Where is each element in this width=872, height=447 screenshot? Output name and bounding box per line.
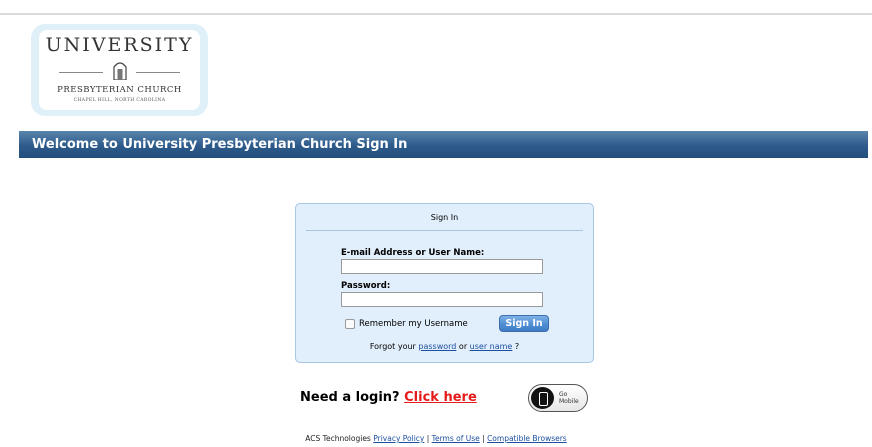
forgot-password-link[interactable]: password — [418, 342, 456, 351]
footer: ACS Technologies Privacy Policy | Terms … — [0, 434, 872, 443]
signin-panel: Sign In E-mail Address or User Name: Pas… — [295, 203, 594, 363]
click-here-link[interactable]: Click here — [404, 390, 477, 405]
username-input[interactable] — [341, 259, 543, 274]
forgot-credentials: Forgot your password or user name ? — [296, 342, 593, 351]
need-login-text: Need a login? — [300, 390, 405, 405]
go-mobile-button[interactable]: Go Mobile — [528, 384, 588, 412]
logo-location: CHAPEL HILL, NORTH CAROLINA — [73, 98, 166, 103]
signin-divider — [306, 230, 583, 231]
top-divider — [0, 13, 872, 15]
go-mobile-line1: Go — [559, 391, 568, 398]
forgot-username-link[interactable]: user name — [470, 342, 513, 351]
privacy-policy-link[interactable]: Privacy Policy — [373, 434, 424, 443]
forgot-suffix: ? — [512, 342, 520, 351]
go-mobile-line2: Mobile — [559, 398, 579, 405]
logo-subtitle: PRESBYTERIAN CHURCH — [57, 85, 182, 95]
phone-icon — [531, 387, 554, 409]
footer-sep: | — [424, 434, 432, 443]
footer-sep: | — [479, 434, 488, 443]
signin-title: Sign In — [430, 213, 459, 222]
forgot-or: or — [456, 342, 470, 351]
logo-rule-right — [136, 72, 180, 73]
church-door-icon — [113, 62, 127, 80]
need-login: Need a login? Click here — [300, 390, 477, 405]
footer-vendor: ACS Technologies — [305, 434, 374, 443]
welcome-banner: Welcome to University Presbyterian Churc… — [19, 131, 868, 158]
go-mobile-label: Go Mobile — [559, 391, 579, 405]
church-logo[interactable]: UNIVERSITY PRESBYTERIAN CHURCH CHAPEL HI… — [31, 24, 208, 116]
password-input[interactable] — [341, 292, 543, 307]
logo-rule-left — [59, 72, 103, 73]
username-label: E-mail Address or User Name: — [341, 248, 485, 258]
compatible-browsers-link[interactable]: Compatible Browsers — [487, 434, 567, 443]
remember-checkbox[interactable] — [345, 319, 355, 329]
terms-of-use-link[interactable]: Terms of Use — [432, 434, 480, 443]
signin-button[interactable]: Sign In — [499, 315, 549, 332]
remember-label[interactable]: Remember my Username — [359, 319, 468, 329]
password-label: Password: — [341, 281, 391, 291]
logo-card: UNIVERSITY PRESBYTERIAN CHURCH CHAPEL HI… — [39, 30, 200, 110]
logo-title: UNIVERSITY — [45, 34, 194, 56]
forgot-prefix: Forgot your — [369, 342, 419, 351]
